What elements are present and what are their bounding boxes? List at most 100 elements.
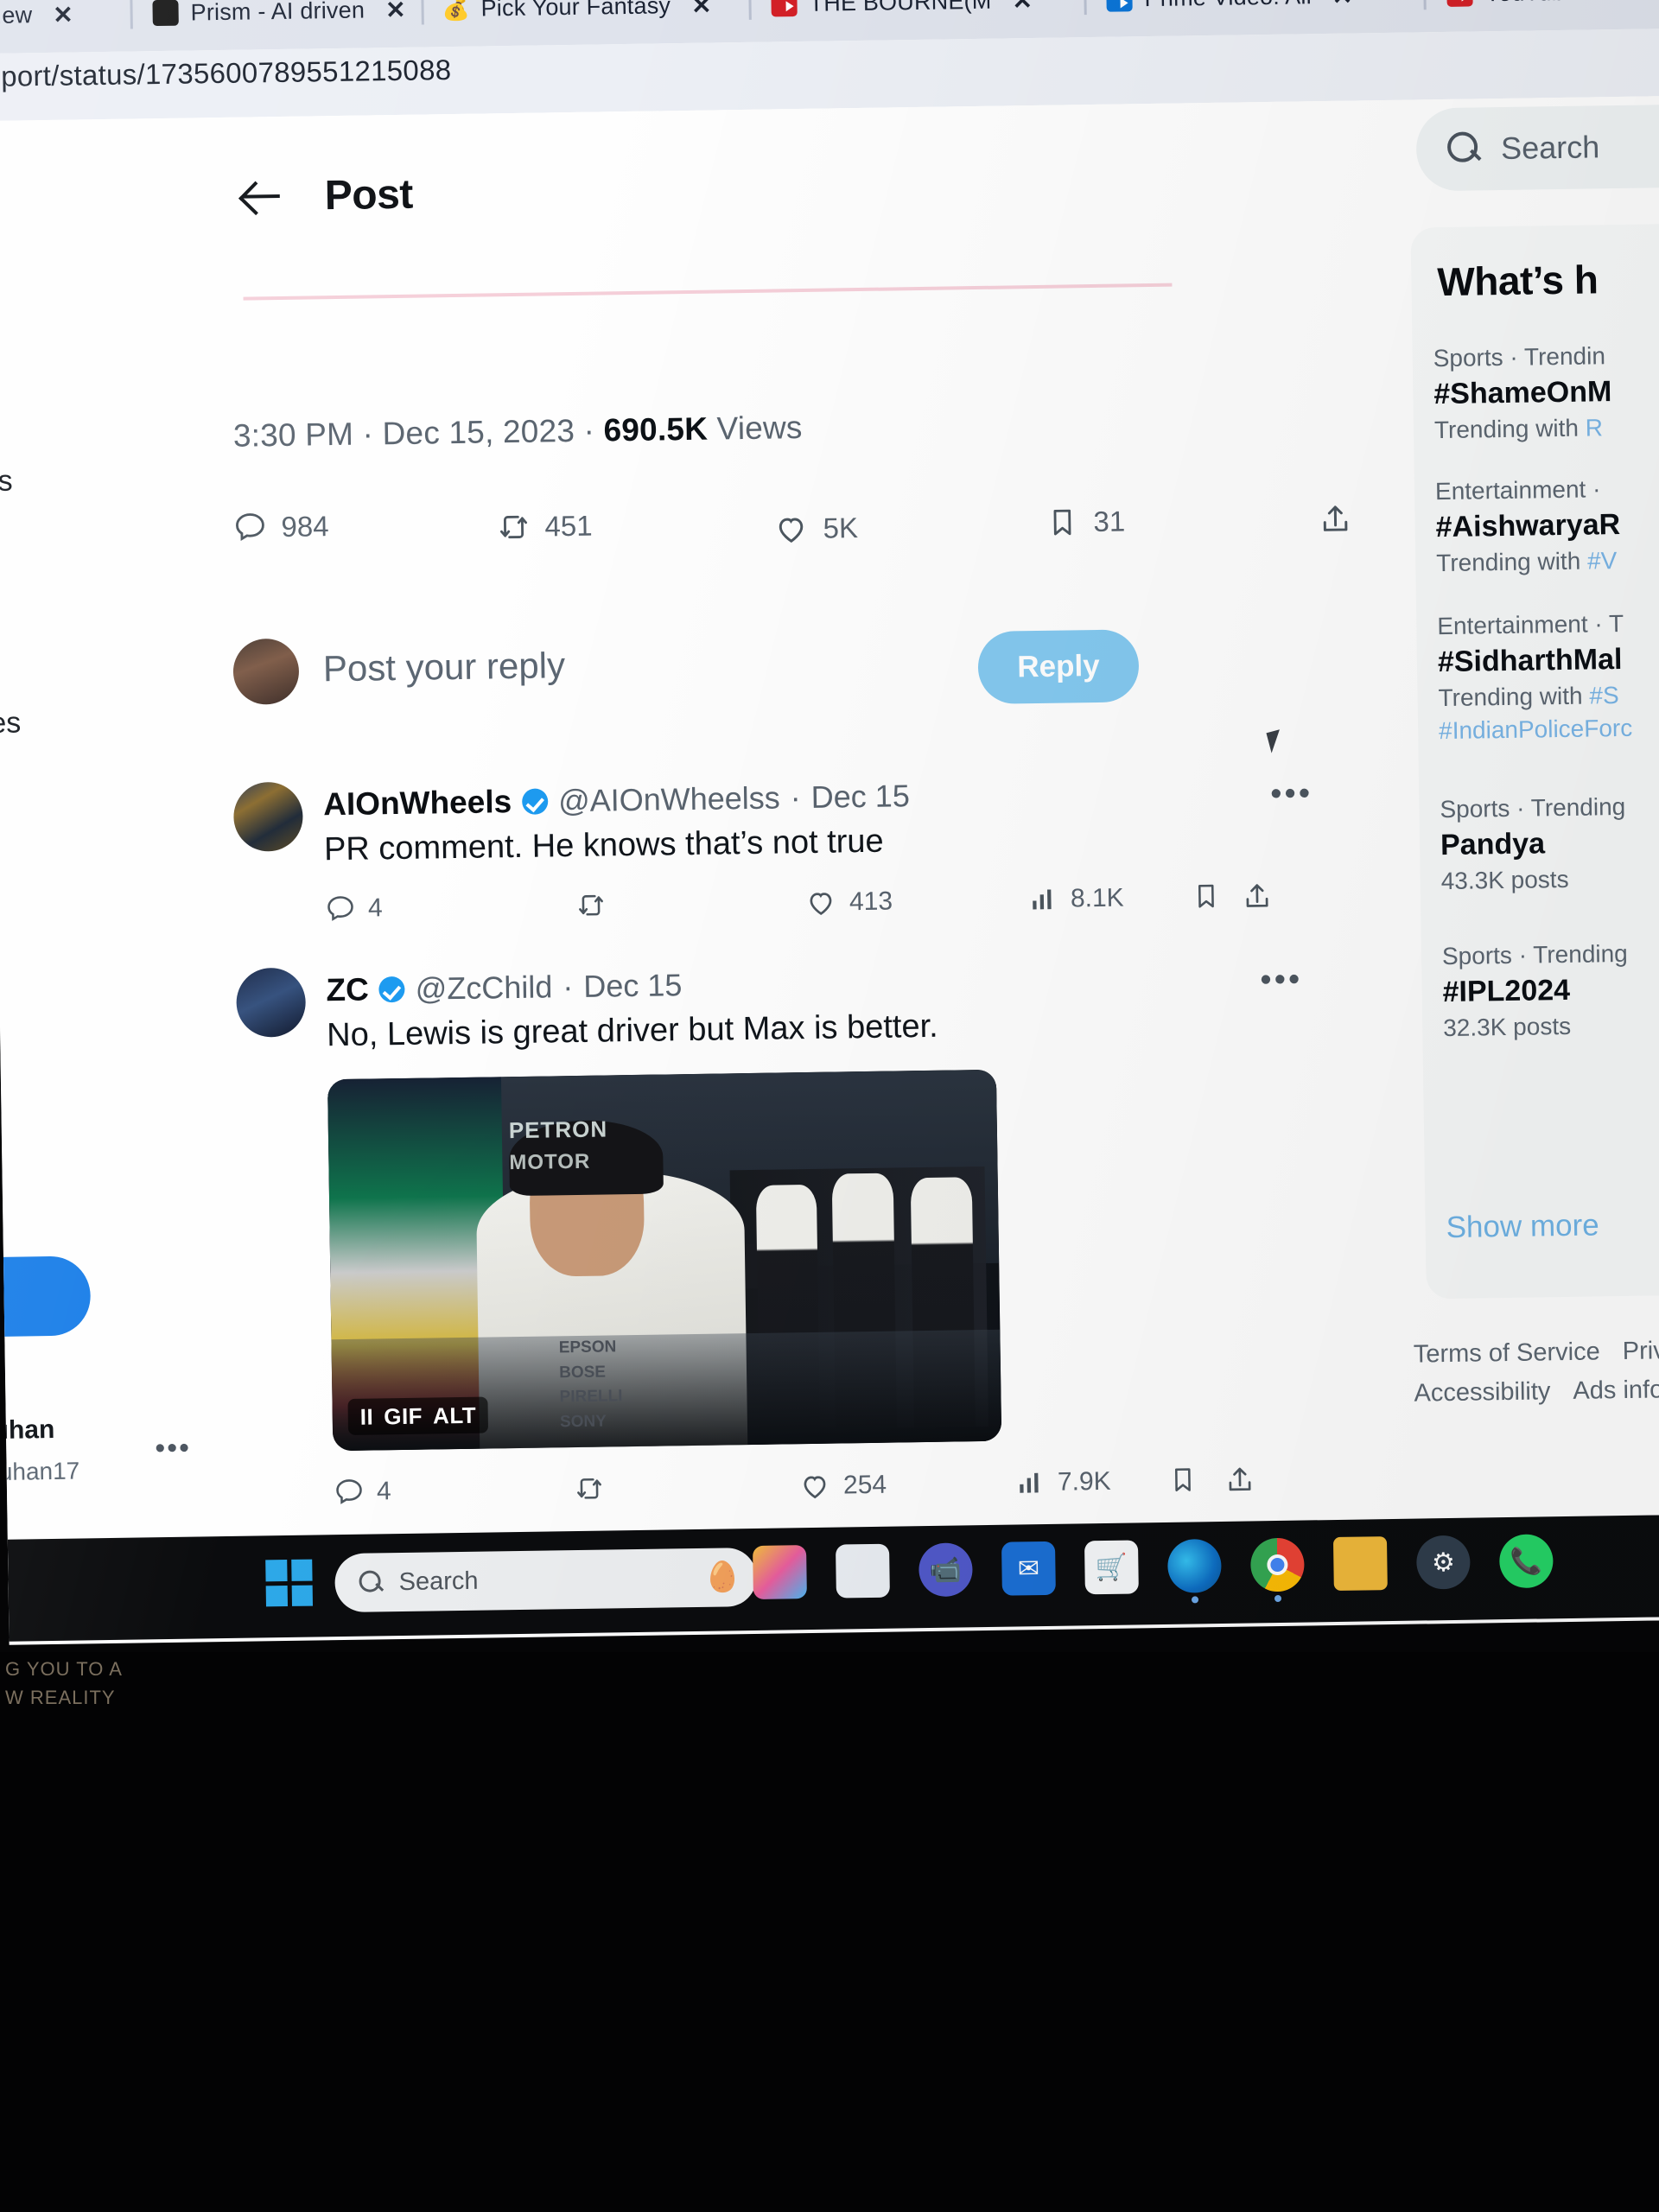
account-name: auhan	[0, 1414, 55, 1446]
reply-author-handle[interactable]: @ZcChild	[415, 969, 552, 1007]
repost-icon	[499, 515, 528, 539]
reply-text: PR comment. He knows that’s not true	[323, 823, 884, 868]
avatar[interactable]	[236, 967, 307, 1038]
media-badges[interactable]: II GIF ALT	[347, 1396, 489, 1435]
reply-views-action[interactable]: 8.1K	[1029, 884, 1124, 915]
browser-tab[interactable]: 💰 Pick Your Fantasy ✕	[434, 0, 756, 47]
footer-links: Terms of Service Priv Accessibility Ads in…	[1413, 1330, 1659, 1414]
post-views-count: 690.5K	[603, 410, 709, 448]
repost-icon	[579, 894, 603, 916]
whats-happening-panel: What’s h Sports · Trendin #ShameOnM Tren…	[1410, 222, 1659, 1300]
trend-subtitle-link[interactable]: #S	[1589, 682, 1619, 709]
avatar[interactable]	[232, 638, 300, 705]
trend-item[interactable]: Sports · Trending #IPL2024 32.3K posts	[1442, 938, 1659, 1042]
notepad-icon[interactable]	[836, 1543, 890, 1599]
mail-icon[interactable]: ✉	[1001, 1541, 1056, 1596]
account-more-icon[interactable]: •••	[155, 1432, 191, 1466]
search-input[interactable]: Search	[1415, 102, 1659, 192]
reply-reply-action[interactable]: 4	[325, 893, 383, 925]
trend-subtitle-link[interactable]: #V	[1587, 547, 1618, 575]
reply-date[interactable]: Dec 15	[583, 967, 683, 1005]
trend-item[interactable]: Sports · Trending Pandya 43.3K posts	[1440, 791, 1659, 895]
reply-repost-action[interactable]	[575, 889, 620, 921]
post-metadata: 3:30 PM · Dec 15, 2023 · 690.5K Views	[233, 410, 803, 454]
tab-close-icon[interactable]: ✕	[691, 0, 712, 19]
search-icon	[1447, 131, 1483, 167]
sidebar-item-communities[interactable]: ies	[0, 706, 22, 741]
file-explorer-icon[interactable]	[1332, 1536, 1388, 1592]
settings-icon[interactable]: ⚙	[1415, 1535, 1471, 1590]
reply-bookmark-action[interactable]	[1167, 1464, 1199, 1496]
browser-tab[interactable]: YouTube	[1438, 0, 1659, 32]
browser-tab[interactable]: New ✕	[0, 0, 132, 54]
reply-reply-count: 4	[367, 893, 383, 923]
reply-media-gif[interactable]: PETRON MOTOR EPSON BOSE PIRELLI SONY II GIF…	[327, 1069, 1002, 1452]
reply-views-action[interactable]: 7.9K	[1016, 1467, 1111, 1498]
footer-link-terms[interactable]: Terms of Service	[1414, 1338, 1600, 1368]
tab-close-icon[interactable]: ✕	[53, 0, 73, 29]
reply-input[interactable]: Post your reply	[323, 645, 566, 690]
edge-icon[interactable]	[1166, 1538, 1222, 1604]
dark-background	[0, 1652, 1659, 2212]
trend-item[interactable]: Entertainment · T #SidharthMal Trending …	[1437, 607, 1659, 745]
post-views-label: Views	[716, 410, 803, 447]
account-handle: hauhan17	[0, 1457, 80, 1486]
reply-like-action[interactable]: 254	[798, 1469, 887, 1503]
post-reply-stat[interactable]: 984	[232, 509, 329, 545]
reply-share-action[interactable]	[1224, 1463, 1257, 1497]
tab-close-icon[interactable]: ✕	[385, 0, 406, 24]
reply-more-icon[interactable]: •••	[1260, 962, 1303, 1000]
reply-share-action[interactable]	[1241, 880, 1274, 913]
reply-more-icon[interactable]: •••	[1270, 775, 1313, 813]
trend-category: Sports · Trending	[1440, 792, 1626, 823]
post-header: Post	[201, 127, 1416, 249]
sidebar-item-notifications[interactable]: ns	[0, 465, 13, 499]
trend-post-count: 32.3K posts	[1442, 1012, 1572, 1042]
views-icon	[1020, 1472, 1039, 1493]
tab-close-icon[interactable]: ✕	[1012, 0, 1033, 15]
reply-like-action[interactable]: 413	[804, 886, 893, 920]
photos-icon[interactable]	[753, 1545, 807, 1600]
trend-item[interactable]: Sports · Trendin #ShameOnM Trending with…	[1433, 340, 1659, 444]
youtube-icon	[771, 0, 798, 17]
tab-title: YouTube	[1484, 0, 1578, 7]
reply-author-handle[interactable]: @AIOnWheelss	[558, 779, 780, 819]
chrome-icon[interactable]	[1249, 1537, 1305, 1603]
reply-date[interactable]: Dec 15	[810, 778, 910, 816]
taskbar-search-input[interactable]: Search 🥚	[334, 1547, 758, 1613]
post-share-button[interactable]	[1317, 501, 1354, 538]
main-timeline-column: Post 3:30 PM · Dec 15, 2023 · 690.5K Vie…	[200, 100, 1400, 1587]
meta-sep: ·	[583, 412, 595, 448]
browser-tab[interactable]: Prime Video: All ✕	[1097, 0, 1433, 37]
monitor-photo: G YOU TO AW REALITY New ✕ Prism - AI dri…	[0, 0, 1659, 2212]
store-icon[interactable]: 🛒	[1084, 1540, 1139, 1595]
browser-tab[interactable]: Prism - AI driven ✕	[143, 0, 429, 51]
trend-subtitle-link[interactable]: R	[1586, 414, 1604, 441]
trend-subtitle-link2[interactable]: #IndianPoliceForc	[1439, 712, 1659, 745]
post-like-stat[interactable]: 5K	[772, 510, 858, 547]
reply-repost-action[interactable]	[574, 1472, 618, 1504]
reply-button[interactable]: Reply	[977, 629, 1140, 705]
reply-author-name[interactable]: AIOnWheels	[323, 784, 512, 823]
start-icon[interactable]	[265, 1559, 313, 1607]
footer-link-privacy[interactable]: Priv	[1623, 1337, 1659, 1365]
whatsapp-icon[interactable]: 📞	[1498, 1534, 1554, 1589]
footer-link-ads-info[interactable]: Ads info	[1573, 1376, 1659, 1405]
avatar[interactable]	[232, 781, 304, 852]
back-arrow-icon[interactable]	[238, 172, 287, 221]
taskbar-icon-group: 📹 ✉ 🛒 ⚙ 📞	[753, 1534, 1554, 1604]
reply-bookmark-action[interactable]	[1191, 880, 1223, 912]
reply-reply-action[interactable]: 4	[334, 1476, 391, 1508]
like-icon	[810, 893, 832, 916]
teams-icon[interactable]: 📹	[918, 1542, 973, 1598]
trend-item[interactable]: Entertainment · #AishwaryaR Trending wit…	[1435, 473, 1659, 577]
browser-tab[interactable]: THE BOURNE(M ✕	[762, 0, 1091, 42]
post-bookmark-stat[interactable]: 31	[1045, 504, 1125, 539]
show-more-link[interactable]: Show more	[1446, 1208, 1599, 1245]
post-button[interactable]	[0, 1255, 92, 1339]
tab-close-icon[interactable]: ✕	[1332, 0, 1353, 10]
post-repost-stat[interactable]: 451	[496, 509, 593, 545]
footer-link-accessibility[interactable]: Accessibility	[1414, 1377, 1550, 1407]
reply-composer[interactable]: Post your reply Reply	[232, 610, 1375, 731]
reply-author-name[interactable]: ZC	[326, 972, 369, 1009]
